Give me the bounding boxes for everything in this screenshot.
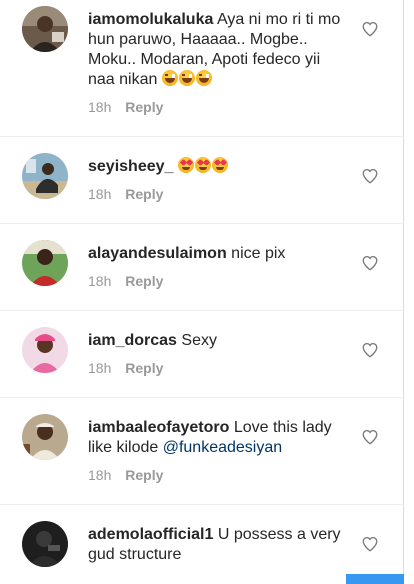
avatar[interactable] <box>22 153 68 199</box>
heart-outline-icon <box>362 342 378 358</box>
reply-button[interactable]: Reply <box>125 467 163 483</box>
heart-outline-icon <box>362 168 378 184</box>
comment-username[interactable]: seyisheey_ <box>88 158 173 175</box>
comment-body: iambaaleofayetoro Love this lady like ki… <box>88 418 350 458</box>
comment-meta: 18h Reply <box>88 467 163 483</box>
comment-text: nice pix <box>231 245 286 262</box>
laughing-crying-emoji-icon <box>161 70 178 86</box>
avatar[interactable] <box>22 521 68 567</box>
comment-time: 18h <box>88 99 112 115</box>
divider <box>0 136 404 137</box>
avatar[interactable] <box>22 6 68 52</box>
comment-meta: 18h Reply <box>88 99 163 115</box>
comment-time: 18h <box>88 360 112 376</box>
comment-time: 18h <box>88 186 112 202</box>
heart-eyes-emoji-icon <box>177 157 194 173</box>
comment-meta: 18h Reply <box>88 273 163 289</box>
avatar[interactable] <box>22 414 68 460</box>
post-button-edge[interactable] <box>346 574 404 584</box>
divider <box>0 223 404 224</box>
avatar-image <box>22 521 68 567</box>
comment-body: alayandesulaimon nice pix <box>88 244 350 264</box>
avatar-image <box>22 6 68 52</box>
avatar-image <box>22 240 68 286</box>
heart-eyes-emoji-icon <box>194 157 211 173</box>
like-button[interactable] <box>361 535 379 553</box>
avatar-image <box>22 414 68 460</box>
reply-button[interactable]: Reply <box>125 99 163 115</box>
comment-username[interactable]: ademolaofficial1 <box>88 526 213 543</box>
heart-outline-icon <box>362 255 378 271</box>
heart-outline-icon <box>362 429 378 445</box>
like-button[interactable] <box>361 254 379 272</box>
like-button[interactable] <box>361 428 379 446</box>
heart-outline-icon <box>362 536 378 552</box>
divider <box>0 504 404 505</box>
divider <box>0 397 404 398</box>
heart-eyes-emoji-icon <box>211 157 228 173</box>
avatar[interactable] <box>22 327 68 373</box>
comment-body: seyisheey_ <box>88 157 350 177</box>
reply-button[interactable]: Reply <box>125 360 163 376</box>
like-button[interactable] <box>361 20 379 38</box>
laughing-crying-emoji-icon <box>178 70 195 86</box>
comment-body: iamomolukaluka Aya ni mo ri ti mo hun pa… <box>88 10 350 90</box>
comment-username[interactable]: iamomolukaluka <box>88 11 213 28</box>
comments-list[interactable]: iamomolukaluka Aya ni mo ri ti mo hun pa… <box>0 0 404 584</box>
comment-meta: 18h Reply <box>88 360 163 376</box>
like-button[interactable] <box>361 167 379 185</box>
reply-button[interactable]: Reply <box>125 186 163 202</box>
comment-time: 18h <box>88 467 112 483</box>
comment-username[interactable]: iam_dorcas <box>88 332 177 349</box>
divider <box>0 310 404 311</box>
comment-username[interactable]: alayandesulaimon <box>88 245 227 262</box>
comment-text: Sexy <box>181 332 217 349</box>
avatar-image <box>22 327 68 373</box>
avatar-image <box>22 153 68 199</box>
reply-button[interactable]: Reply <box>125 273 163 289</box>
avatar[interactable] <box>22 240 68 286</box>
comment-body: iam_dorcas Sexy <box>88 331 350 351</box>
comment-body: ademolaofficial1 U possess a very gud st… <box>88 525 350 565</box>
like-button[interactable] <box>361 341 379 359</box>
heart-outline-icon <box>362 21 378 37</box>
comment-time: 18h <box>88 273 112 289</box>
mention-link[interactable]: @funkeadesiyan <box>163 439 282 456</box>
comment-meta: 18h Reply <box>88 186 163 202</box>
laughing-crying-emoji-icon <box>195 70 212 86</box>
comment-username[interactable]: iambaaleofayetoro <box>88 419 229 436</box>
